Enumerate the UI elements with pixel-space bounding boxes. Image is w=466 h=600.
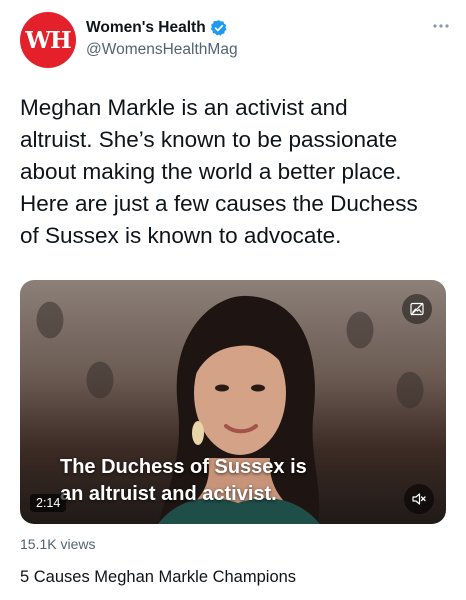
video-title[interactable]: 5 Causes Meghan Markle Champions — [20, 568, 296, 587]
author-handle[interactable]: @WomensHealthMag — [86, 40, 238, 60]
author-name[interactable]: Women's Health — [86, 18, 206, 38]
verified-badge-icon — [210, 19, 228, 37]
video-view-count: 15.1K views — [20, 536, 96, 552]
video-duration: 2:14 — [30, 494, 67, 512]
more-horizontal-icon[interactable] — [432, 16, 450, 34]
tweet-text: Meghan Markle is an activist and altruis… — [20, 95, 418, 248]
video-caption: The Duchess of Sussex is an altruist and… — [60, 456, 307, 505]
video-player[interactable]: The Duchess of Sussex is an altruist and… — [20, 280, 446, 524]
avatar-logo-text: WH — [25, 26, 72, 54]
tweet: WH Women's Health @WomensHealthMag Megha… — [0, 0, 466, 600]
volume-muted-icon[interactable] — [404, 484, 434, 514]
image-off-icon[interactable] — [402, 294, 432, 324]
author-block: Women's Health @WomensHealthMag — [86, 18, 238, 60]
avatar[interactable]: WH — [20, 12, 76, 68]
name-row: Women's Health — [86, 18, 238, 38]
